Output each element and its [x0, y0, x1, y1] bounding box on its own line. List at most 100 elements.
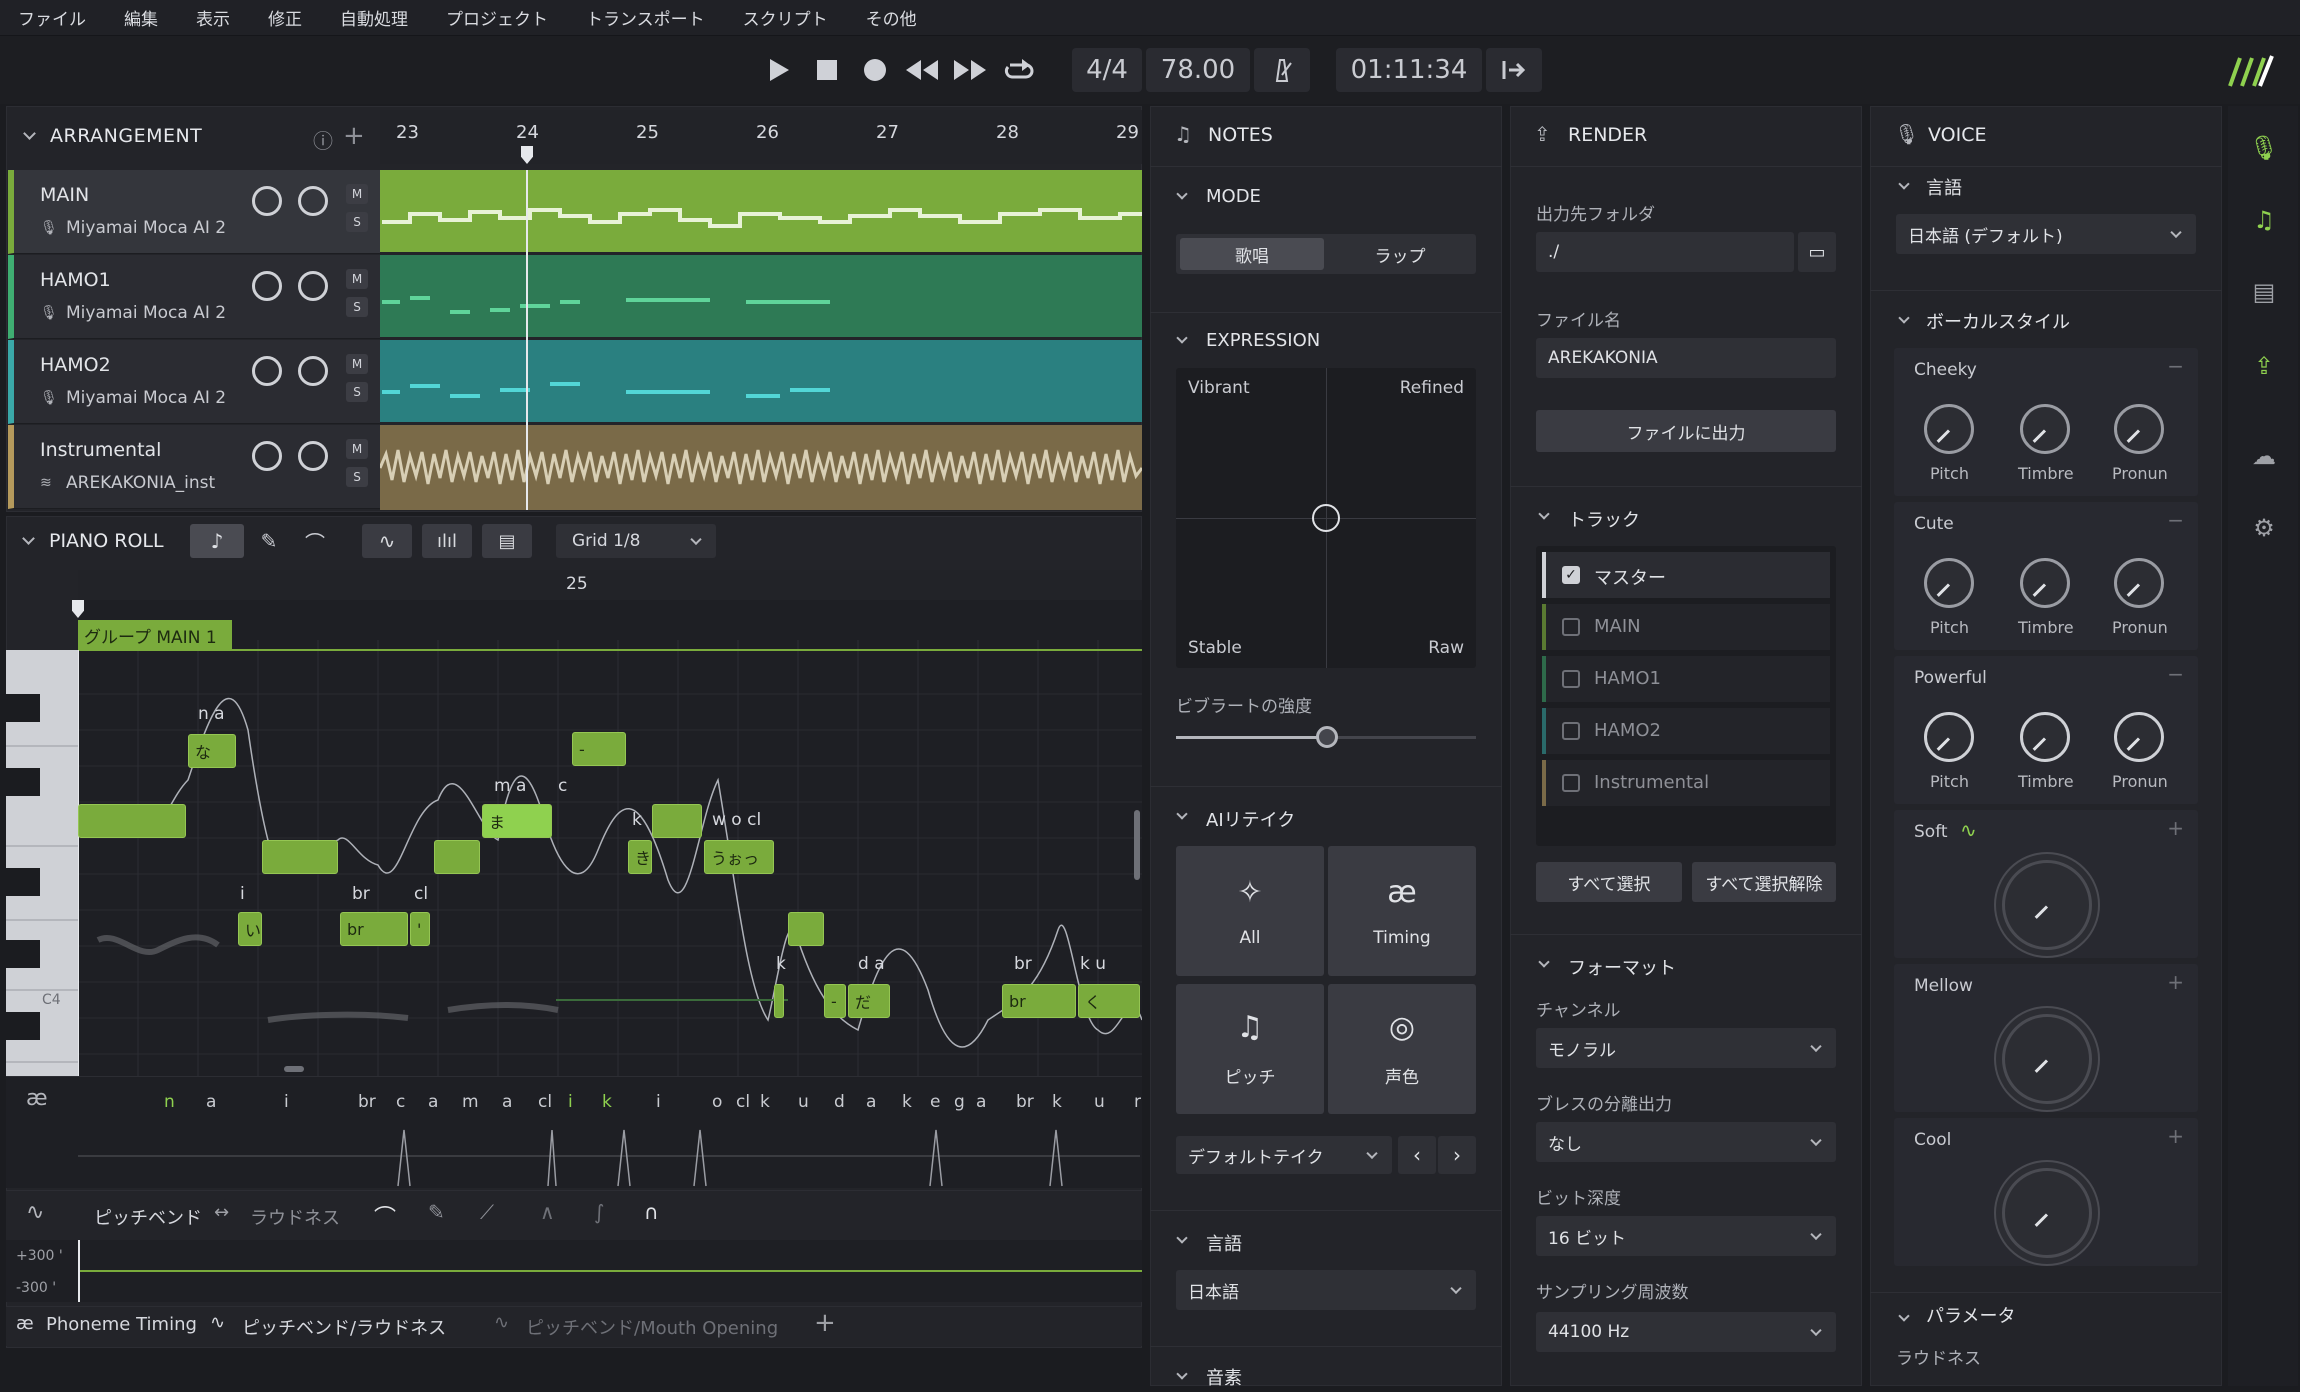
pitch-curve-toggle[interactable]: ∿ [362, 524, 412, 558]
note[interactable]: ま [482, 804, 552, 838]
pitch-knob[interactable] [1924, 712, 1974, 762]
pronun-knob[interactable] [2114, 558, 2164, 608]
pronun-knob[interactable] [2114, 404, 2164, 454]
checkbox-checked[interactable]: ✓ [1562, 566, 1580, 584]
note[interactable]: br [340, 912, 408, 946]
expression-handle[interactable] [1312, 504, 1340, 532]
solo-button[interactable]: S [346, 297, 368, 317]
note[interactable]: br [1002, 984, 1076, 1018]
breath-dropdown[interactable]: なし [1536, 1122, 1836, 1162]
pitch-knob[interactable] [1924, 558, 1974, 608]
note[interactable]: な [188, 734, 236, 768]
arrangement-ruler[interactable]: 23 24 25 26 27 28 29 [380, 110, 1142, 164]
swap-icon[interactable]: ↔ [214, 1202, 229, 1223]
video-toggle[interactable]: ▤ [482, 524, 532, 558]
retake-all-button[interactable]: ✧ All [1176, 846, 1324, 976]
mute-button[interactable]: M [346, 439, 368, 459]
phoneme[interactable]: c [396, 1092, 405, 1112]
volume-knob[interactable] [252, 271, 282, 301]
phoneme[interactable]: br [358, 1092, 376, 1112]
track-header-instrumental[interactable]: Instrumental ≋ AREKAKONIA_inst M S [8, 425, 380, 509]
phoneme[interactable]: n [164, 1092, 175, 1112]
pan-knob[interactable] [298, 186, 328, 216]
retake-pitch-button[interactable]: ♫ ピッチ [1176, 984, 1324, 1114]
phoneme[interactable]: i [656, 1092, 661, 1112]
output-folder-input[interactable]: ./ [1536, 232, 1794, 272]
menu-other[interactable]: その他 [866, 5, 917, 30]
menu-script[interactable]: スクリプト [743, 5, 828, 30]
voice-panel-toggle[interactable]: 🎙 [2248, 132, 2280, 164]
cool-knob[interactable] [2002, 1168, 2092, 1258]
note[interactable]: い [238, 912, 262, 946]
add-style-icon[interactable]: + [2167, 816, 2184, 840]
time-signature[interactable]: 4/4 [1072, 48, 1142, 92]
add-track-icon[interactable]: + [343, 121, 365, 151]
mode-rap-button[interactable]: ラップ [1328, 238, 1472, 270]
tempo-display[interactable]: 78.00 [1146, 48, 1250, 92]
remove-style-icon[interactable]: − [2167, 354, 2184, 378]
bitdepth-dropdown[interactable]: 16 ビット [1536, 1216, 1836, 1256]
phoneme[interactable]: k [902, 1092, 912, 1112]
render-track-hamo2[interactable]: HAMO2 [1542, 708, 1830, 754]
note[interactable]: き [628, 840, 652, 874]
track-header-hamo2[interactable]: HAMO2 🎙 Miyamai Moca AI 2 M S [8, 340, 380, 424]
phoneme[interactable]: a [976, 1092, 986, 1112]
lyrics-panel-toggle[interactable]: ▤ [2248, 276, 2280, 308]
tab-pitchbend-loudness[interactable]: ピッチベンド/ラウドネス [242, 1314, 446, 1340]
timbre-knob[interactable] [2020, 712, 2070, 762]
phoneme[interactable]: k [1052, 1092, 1062, 1112]
pronun-knob[interactable] [2114, 712, 2164, 762]
phoneme[interactable]: k [602, 1092, 612, 1112]
group-label[interactable]: グループ MAIN 1 [78, 620, 232, 650]
note-grid[interactable] [78, 600, 1142, 1076]
pencil-icon[interactable]: ✎ [428, 1200, 445, 1224]
add-tab-icon[interactable]: + [814, 1308, 836, 1338]
render-track-instrumental[interactable]: Instrumental [1542, 760, 1830, 806]
remove-style-icon[interactable]: − [2167, 662, 2184, 686]
add-style-icon[interactable]: + [2167, 1124, 2184, 1148]
pitch-knob[interactable] [1924, 404, 1974, 454]
timbre-knob[interactable] [2020, 558, 2070, 608]
peak-tool-icon[interactable]: ∧ [540, 1200, 555, 1224]
note[interactable]: - [824, 984, 846, 1018]
arc-tool-icon[interactable]: ∩ [644, 1200, 659, 1224]
note[interactable] [434, 840, 480, 874]
collapse-chevron-icon[interactable] [23, 126, 36, 140]
vertical-scrollbar[interactable] [1134, 810, 1140, 880]
menu-project[interactable]: プロジェクト [446, 5, 548, 30]
soft-knob[interactable] [2002, 860, 2092, 950]
phoneme[interactable]: i [284, 1092, 289, 1112]
volume-knob[interactable] [252, 441, 282, 471]
mellow-knob[interactable] [2002, 1014, 2092, 1104]
solo-button[interactable]: S [346, 382, 368, 402]
mute-button[interactable]: M [346, 184, 368, 204]
next-take-button[interactable]: › [1438, 1136, 1476, 1174]
vibrato-slider-thumb[interactable] [1316, 726, 1338, 748]
phoneme[interactable]: o [712, 1092, 722, 1112]
note-tool-button[interactable]: ♪ [190, 524, 244, 558]
piano-roll-ruler[interactable]: 25 [78, 570, 1142, 600]
phoneme[interactable]: g [954, 1092, 965, 1112]
cloud-panel-toggle[interactable]: ☁ [2248, 440, 2280, 472]
select-all-button[interactable]: すべて選択 [1536, 862, 1682, 902]
mode-sing-button[interactable]: 歌唱 [1180, 238, 1324, 270]
note[interactable] [262, 840, 338, 874]
menu-automation[interactable]: 自動処理 [340, 5, 408, 30]
menu-edit[interactable]: 編集 [124, 5, 158, 30]
volume-knob[interactable] [252, 186, 282, 216]
browse-folder-button[interactable]: ▭ [1798, 232, 1836, 272]
note[interactable] [78, 804, 186, 838]
phoneme[interactable]: e [930, 1092, 940, 1112]
checkbox[interactable] [1562, 618, 1580, 636]
render-track-hamo1[interactable]: HAMO1 [1542, 656, 1830, 702]
solo-button[interactable]: S [346, 212, 368, 232]
retake-timing-button[interactable]: æ Timing [1328, 846, 1476, 976]
render-track-main[interactable]: MAIN [1542, 604, 1830, 650]
export-file-button[interactable]: ファイルに出力 [1536, 410, 1836, 452]
note[interactable] [652, 804, 702, 838]
phoneme[interactable]: a [428, 1092, 438, 1112]
voice-language-dropdown[interactable]: 日本語 (デフォルト) [1896, 214, 2196, 254]
note[interactable]: く [1078, 984, 1140, 1018]
render-panel-toggle[interactable]: ⇪ [2248, 350, 2280, 382]
render-track-master[interactable]: ✓ マスター [1542, 552, 1830, 598]
